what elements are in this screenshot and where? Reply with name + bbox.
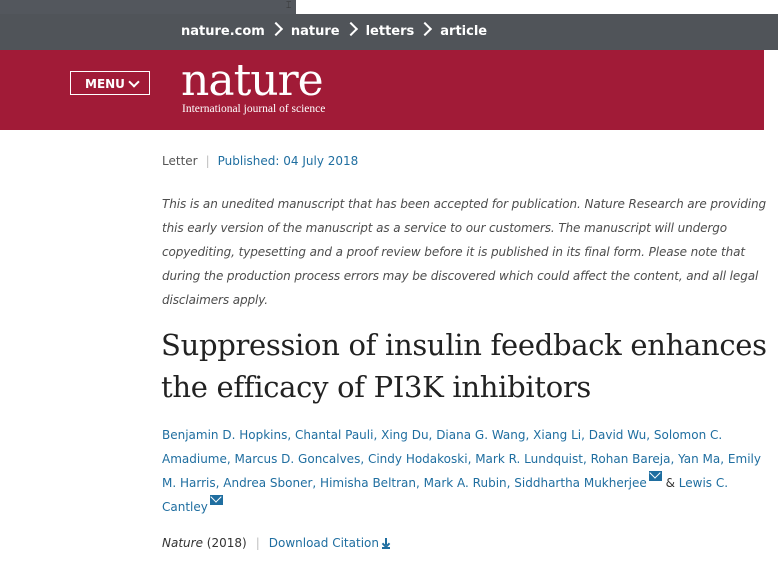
author-link[interactable]: Mark A. Rubin <box>424 476 507 490</box>
author-link[interactable]: Xing Du <box>381 428 428 442</box>
author-separator: , <box>416 476 424 490</box>
author-link[interactable]: David Wu <box>589 428 647 442</box>
breadcrumb-item-letters[interactable]: letters <box>366 24 415 39</box>
author-link[interactable]: Chantal Pauli <box>295 428 373 442</box>
manuscript-notice: This is an unedited manuscript that has … <box>162 197 766 307</box>
author-separator: , <box>312 476 321 490</box>
journal-name: Nature <box>162 536 203 550</box>
author-link[interactable]: Marcus D. Goncalves <box>235 452 361 466</box>
author-list: Benjamin D. Hopkins, Chantal Pauli, Xing… <box>162 423 762 519</box>
author-separator: , <box>287 428 295 442</box>
chevron-right-icon <box>343 21 358 37</box>
citation-line: Nature (2018) | Download Citation <box>162 536 391 550</box>
email-icon[interactable] <box>209 495 223 505</box>
article-title: Suppression of insulin feedback enhances… <box>161 328 767 404</box>
breadcrumb-item-article: article <box>440 24 488 39</box>
author-link[interactable]: Yan Ma <box>678 452 720 466</box>
author-link[interactable]: Rohan Bareja <box>591 452 671 466</box>
article-type: Letter <box>162 154 198 168</box>
menu-button[interactable]: MENU <box>70 71 150 95</box>
author-joiner: & <box>661 476 679 490</box>
top-strip-dark-band <box>0 0 296 14</box>
download-citation-link[interactable]: Download Citation <box>268 536 391 550</box>
author-separator: , <box>582 452 591 466</box>
article-meta: Letter | Published: 04 July 2018 <box>162 154 358 168</box>
author-link[interactable]: Xiang Li <box>533 428 581 442</box>
publication-year: (2018) <box>206 536 247 550</box>
breadcrumb: nature.com nature letters article <box>181 14 487 50</box>
author-separator: , <box>670 452 679 466</box>
author-separator: , <box>525 428 534 442</box>
meta-divider: | <box>205 154 210 168</box>
browser-top-strip: ⌶ <box>0 0 778 14</box>
author-link[interactable]: Andrea Sboner <box>223 476 312 490</box>
author-separator: , <box>226 452 235 466</box>
author-link[interactable]: Himisha Beltran <box>320 476 416 490</box>
author-link[interactable]: Cindy Hodakoski <box>368 452 468 466</box>
breadcrumb-item-nature-com[interactable]: nature.com <box>181 24 265 39</box>
download-icon <box>381 538 391 549</box>
author-link[interactable]: Siddhartha Mukherjee <box>514 476 647 490</box>
author-separator: , <box>581 428 589 442</box>
author-separator: , <box>646 428 654 442</box>
breadcrumb-item-nature[interactable]: nature <box>291 24 340 39</box>
logo-tagline: International journal of science <box>182 103 326 115</box>
author-separator: , <box>720 452 728 466</box>
nature-logo[interactable]: nature <box>181 58 324 104</box>
menu-label: MENU <box>85 77 125 91</box>
published-date: Published: 04 July 2018 <box>217 154 359 168</box>
download-citation-label: Download Citation <box>268 536 379 550</box>
email-icon[interactable] <box>648 471 662 481</box>
chevron-right-icon <box>268 21 283 37</box>
chevron-right-icon <box>418 21 433 37</box>
author-separator: , <box>360 452 368 466</box>
author-link[interactable]: Mark R. Lundquist <box>475 452 583 466</box>
author-link[interactable]: Diana G. Wang <box>436 428 525 442</box>
chevron-down-icon <box>128 76 140 88</box>
breadcrumb-bar: nature.com nature letters article <box>0 14 778 50</box>
text-cursor-icon: ⌶ <box>286 1 292 11</box>
masthead: MENU nature International journal of sci… <box>0 50 764 130</box>
author-separator: , <box>373 428 382 442</box>
citation-divider: | <box>255 536 260 550</box>
author-link[interactable]: Benjamin D. Hopkins <box>162 428 287 442</box>
